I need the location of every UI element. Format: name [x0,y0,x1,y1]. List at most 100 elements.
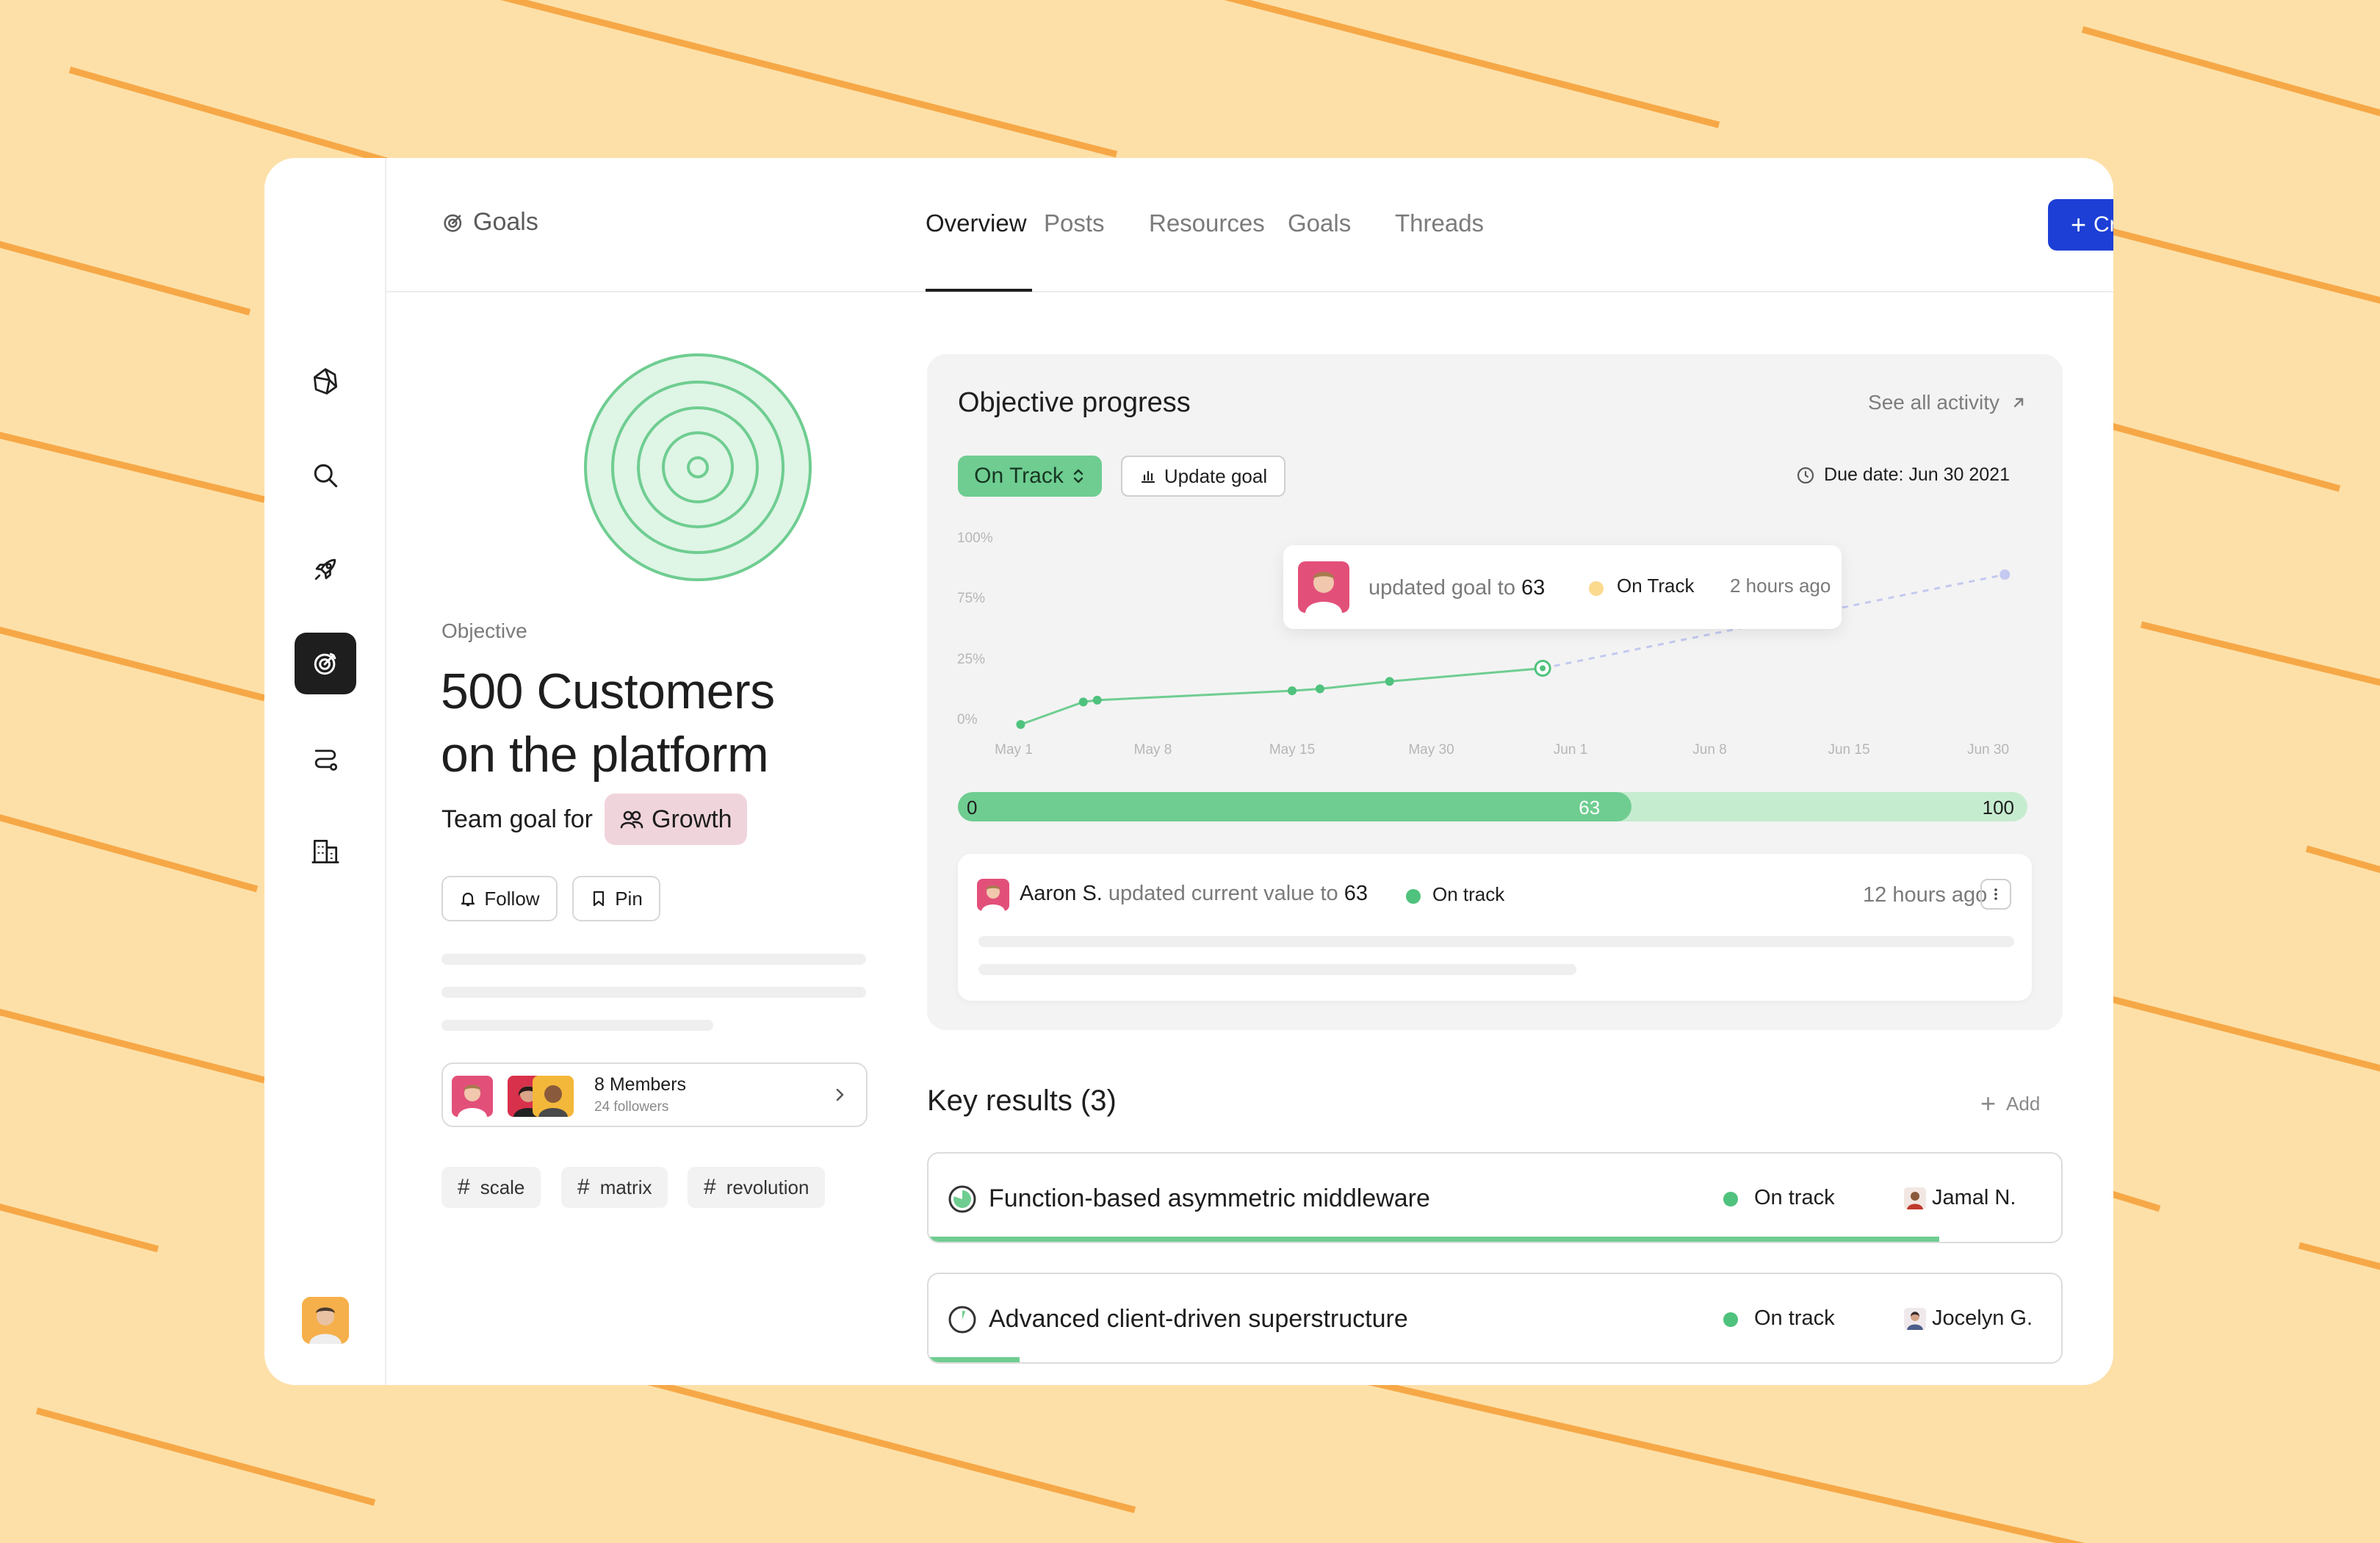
key-result-status: On track [1754,1306,1835,1330]
due-date: Due date: Jun 30 2021 [1796,464,2010,486]
tag-label: revolution [726,1176,809,1198]
x-tick-label: Jun 1 [1554,742,1587,758]
progress-ring-icon [948,1185,976,1213]
plus-icon: + [1980,1088,1997,1118]
activity-value: 63 [1344,882,1368,905]
breadcrumb[interactable]: Goals [441,208,538,237]
users-icon [620,810,643,829]
activity-message: Aaron S. updated current value to 63 [1020,882,1368,906]
create-button[interactable]: + Create [2048,199,2113,251]
x-tick-label: May 8 [1134,742,1172,758]
key-result-status: On track [1754,1186,1835,1209]
activity-status: On track [1432,883,1505,905]
tooltip-avatar [1298,561,1349,613]
hash-icon: # [458,1175,470,1199]
key-result-progress [928,1237,1939,1242]
route-icon[interactable] [295,727,356,788]
hash-icon: # [577,1175,590,1199]
tag-chip[interactable]: # scale [441,1167,541,1208]
tooltip-time: 2 hours ago [1730,575,1831,597]
progress-bar: 0 63 100 [958,792,2027,821]
x-tick-label: May 30 [1408,742,1454,758]
data-point[interactable] [1315,684,1324,694]
active-tab-indicator [926,289,1032,292]
status-dot [1723,1312,1738,1327]
team-goal-prefix: Team goal for [441,805,593,833]
pin-label: Pin [615,887,643,910]
tab-goals[interactable]: Goals [1288,209,1351,237]
update-goal-button[interactable]: Update goal [1121,456,1285,497]
activity-time: 12 hours ago [1863,883,1988,907]
tooltip-text: updated goal to [1368,576,1515,600]
key-result-row[interactable]: Function-based asymmetric middleware On … [927,1152,2063,1243]
see-all-label: See all activity [1868,391,1999,414]
activity-placeholder [978,964,1576,975]
more-vertical-icon [1994,888,1997,900]
tab-threads[interactable]: Threads [1395,209,1484,237]
objective-target-icon [584,353,812,581]
follow-button[interactable]: Follow [441,876,558,921]
more-options-button[interactable] [1980,879,2011,910]
team-badge[interactable]: Growth [605,794,747,845]
user-avatar[interactable] [302,1297,349,1344]
tooltip-value: 63 [1521,576,1546,600]
building-icon[interactable] [295,821,356,882]
data-point[interactable] [1288,686,1297,696]
activity-avatar [977,879,1009,911]
status-dot [1589,581,1604,596]
description-placeholder [441,954,866,965]
objective-title: 500 Customers on the platform [441,660,881,786]
owner-avatar [1904,1308,1926,1330]
x-tick-label: Jun 15 [1828,742,1869,758]
y-tick-label: 100% [957,530,993,546]
key-results-title: Key results (3) [927,1085,1117,1117]
bookmark-icon [594,891,605,907]
cube-logo-icon[interactable] [295,350,356,412]
activity-placeholder [978,936,2014,947]
x-tick-label: Jun 8 [1692,742,1726,758]
data-point[interactable] [1078,697,1088,707]
data-point[interactable] [1385,677,1394,686]
chart-tooltip: updated goal to 63 On Track 2 hours ago [1283,545,1842,629]
y-tick-label: 25% [957,652,985,667]
see-all-activity-link[interactable]: See all activity [1868,391,2027,414]
tag-chip[interactable]: # matrix [561,1167,668,1208]
tab-resources[interactable]: Resources [1149,209,1265,237]
search-icon[interactable] [295,445,356,506]
status-label: On Track [974,464,1064,488]
update-goal-label: Update goal [1164,464,1268,487]
rocket-icon[interactable] [295,539,356,600]
key-result-row[interactable]: Advanced client-driven superstructure On… [927,1273,2063,1364]
activity-item: Aaron S. updated current value to 63 On … [958,854,2032,1001]
status-dot [1723,1192,1738,1206]
x-tick-label: May 1 [995,742,1033,758]
objective-label: Objective [441,619,527,642]
tab-posts[interactable]: Posts [1044,209,1105,237]
progress-current: 63 [1579,796,1601,819]
pin-button[interactable]: Pin [572,876,660,921]
bell-icon [461,892,475,907]
data-point[interactable] [1016,720,1025,729]
y-tick-label: 75% [957,591,985,606]
key-result-name: Function-based asymmetric middleware [989,1184,1430,1212]
data-point[interactable] [1092,695,1102,705]
members-count: 8 Members [594,1074,687,1095]
status-dropdown[interactable]: On Track [958,456,1102,497]
tag-label: scale [480,1176,525,1198]
tab-overview[interactable]: Overview [926,209,1027,237]
tag-chip[interactable]: # revolution [688,1167,826,1208]
member-avatar [452,1076,493,1117]
members-card[interactable]: 8 Members 24 followers [441,1062,868,1127]
progress-ring-icon [948,1306,976,1334]
followers-count: 24 followers [594,1099,669,1115]
target-point [1999,569,2011,580]
target-icon[interactable] [295,633,356,694]
sidebar [264,158,386,1385]
activity-text: updated current value to [1108,882,1338,905]
breadcrumb-label: Goals [473,208,538,236]
description-placeholder [441,987,866,998]
key-result-progress [928,1357,1020,1362]
activity-user[interactable]: Aaron S. [1020,882,1103,905]
add-key-result-button[interactable]: + Add [1980,1090,2040,1117]
data-point-current-center [1540,665,1546,672]
